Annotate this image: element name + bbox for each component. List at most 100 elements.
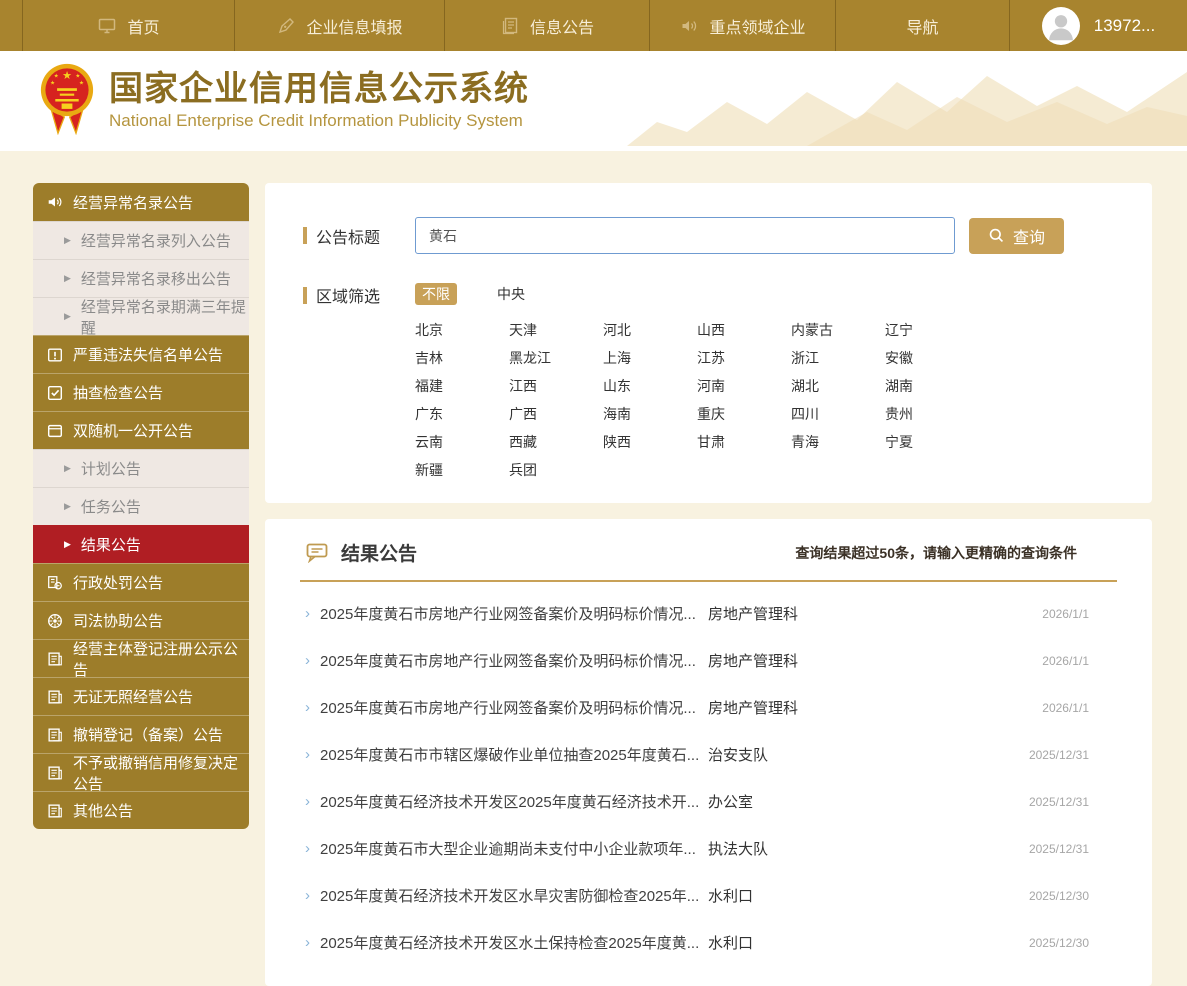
- region-chip-central[interactable]: 中央: [497, 283, 525, 305]
- gold-divider: [300, 580, 1117, 582]
- region-item[interactable]: 陕西: [603, 433, 697, 451]
- search-button[interactable]: 查询: [969, 218, 1064, 254]
- triangle-right-icon: ▶: [64, 463, 71, 474]
- page-body: 经营异常名录公告 ▶ 经营异常名录列入公告 ▶ 经营异常名录移出公告 ▶ 经营异…: [0, 151, 1187, 986]
- region-item[interactable]: 海南: [603, 405, 697, 423]
- sidebar-item-judicial-assistance[interactable]: 司法协助公告: [33, 601, 249, 639]
- region-item[interactable]: 广西: [509, 405, 603, 423]
- chevron-right-icon: ›: [305, 746, 320, 763]
- speaker-icon: [46, 193, 64, 211]
- chevron-right-icon: ›: [305, 840, 320, 857]
- region-item[interactable]: 新疆: [415, 461, 509, 479]
- region-item[interactable]: 重庆: [697, 405, 791, 423]
- sidebar-item-abnormal-operations[interactable]: 经营异常名录公告: [33, 183, 249, 221]
- region-item[interactable]: 浙江: [791, 349, 885, 367]
- result-row[interactable]: › 2025年度黄石市房地产行业网签备案价及明码标价情况... 房地产管理科 2…: [300, 684, 1117, 731]
- nav-item-enterprise-info-filing[interactable]: 企业信息填报: [234, 0, 444, 51]
- sidebar-item-result-announcement[interactable]: ▶ 结果公告: [33, 525, 249, 563]
- result-date: 2025/12/30: [1029, 936, 1089, 950]
- result-department: 治安支队: [708, 744, 1029, 765]
- sidebar-item-credit-repair-decision[interactable]: 不予或撤销信用修复决定公告: [33, 753, 249, 791]
- sidebar-item-revoke-registration[interactable]: 撤销登记（备案）公告: [33, 715, 249, 753]
- sidebar-item-abnormal-three-year-reminder[interactable]: ▶ 经营异常名录期满三年提醒: [33, 297, 249, 335]
- nav-item-information-announcement[interactable]: 信息公告: [444, 0, 649, 51]
- result-row[interactable]: › 2025年度黄石市大型企业逾期尚未支付中小企业款项年... 执法大队 202…: [300, 825, 1117, 872]
- region-item[interactable]: 甘肃: [697, 433, 791, 451]
- region-item[interactable]: 江苏: [697, 349, 791, 367]
- announcement-title-label: 公告标题: [303, 224, 415, 248]
- region-item[interactable]: 福建: [415, 377, 509, 395]
- region-item[interactable]: 湖北: [791, 377, 885, 395]
- result-date: 2025/12/31: [1029, 795, 1089, 809]
- sidebar-item-administrative-penalty[interactable]: 行政处罚公告: [33, 563, 249, 601]
- sidebar-item-unlicensed-operation[interactable]: 无证无照经营公告: [33, 677, 249, 715]
- comment-icon: [306, 542, 328, 563]
- result-row[interactable]: › 2025年度黄石经济技术开发区水土保持检查2025年度黄... 水利口 20…: [300, 919, 1117, 966]
- svg-text:★: ★: [79, 80, 84, 86]
- region-item[interactable]: 西藏: [509, 433, 603, 451]
- result-row[interactable]: › 2025年度黄石经济技术开发区水旱灾害防御检查2025年... 水利口 20…: [300, 872, 1117, 919]
- chevron-right-icon: ›: [305, 699, 320, 716]
- top-navigation: 首页 企业信息填报 信息公告 重点领域企业 导航 13972...: [0, 0, 1187, 51]
- nav-spacer: [0, 0, 22, 51]
- region-item[interactable]: 贵州: [885, 405, 979, 423]
- sidebar-item-registration-publicity[interactable]: 经营主体登记注册公示公告: [33, 639, 249, 677]
- svg-text:★: ★: [75, 73, 80, 79]
- region-item[interactable]: 四川: [791, 405, 885, 423]
- triangle-right-icon: ▶: [64, 539, 71, 550]
- region-chip-any[interactable]: 不限: [415, 283, 457, 305]
- region-chips: 不限 中央: [415, 283, 979, 305]
- region-item[interactable]: 河北: [603, 321, 697, 339]
- region-item[interactable]: 吉林: [415, 349, 509, 367]
- result-row[interactable]: › 2025年度黄石市房地产行业网签备案价及明码标价情况... 房地产管理科 2…: [300, 637, 1117, 684]
- region-item[interactable]: 宁夏: [885, 433, 979, 451]
- region-item[interactable]: 江西: [509, 377, 603, 395]
- nav-item-navigation[interactable]: 导航: [835, 0, 1009, 51]
- announcement-title-input[interactable]: [415, 217, 955, 254]
- region-item[interactable]: 黑龙江: [509, 349, 603, 367]
- region-item[interactable]: 河南: [697, 377, 791, 395]
- chevron-right-icon: ›: [305, 605, 320, 622]
- sidebar-item-double-random-disclosure[interactable]: 双随机一公开公告: [33, 411, 249, 449]
- region-item[interactable]: 湖南: [885, 377, 979, 395]
- sidebar-item-plan-announcement[interactable]: ▶ 计划公告: [33, 449, 249, 487]
- nav-item-label: 首页: [127, 14, 159, 38]
- result-row[interactable]: › 2025年度黄石市房地产行业网签备案价及明码标价情况... 房地产管理科 2…: [300, 590, 1117, 637]
- svg-text:★: ★: [62, 70, 72, 82]
- search-icon: [988, 227, 1005, 244]
- region-item[interactable]: 辽宁: [885, 321, 979, 339]
- region-item[interactable]: 云南: [415, 433, 509, 451]
- site-title-block: 国家企业信用信息公示系统 National Enterprise Credit …: [109, 71, 529, 131]
- sidebar: 经营异常名录公告 ▶ 经营异常名录列入公告 ▶ 经营异常名录移出公告 ▶ 经营异…: [33, 183, 249, 829]
- region-item[interactable]: 上海: [603, 349, 697, 367]
- region-item[interactable]: 广东: [415, 405, 509, 423]
- main-content: 公告标题 查询 区域筛选 不限 中央: [265, 183, 1152, 986]
- search-filter-panel: 公告标题 查询 区域筛选 不限 中央: [265, 183, 1152, 503]
- region-item[interactable]: 山西: [697, 321, 791, 339]
- calendar-alert-icon: [46, 346, 64, 364]
- result-row[interactable]: › 2025年度黄石市市辖区爆破作业单位抽查2025年度黄石... 治安支队 2…: [300, 731, 1117, 778]
- nav-item-key-field-enterprises[interactable]: 重点领域企业: [649, 0, 835, 51]
- region-item[interactable]: 安徽: [885, 349, 979, 367]
- result-date: 2025/12/31: [1029, 748, 1089, 762]
- triangle-right-icon: ▶: [64, 273, 71, 284]
- result-title: 2025年度黄石市大型企业逾期尚未支付中小企业款项年...: [320, 838, 708, 859]
- sidebar-item-other-announcements[interactable]: 其他公告: [33, 791, 249, 829]
- title-search-row: 公告标题 查询: [303, 217, 1117, 254]
- region-item[interactable]: 内蒙古: [791, 321, 885, 339]
- region-item[interactable]: 北京: [415, 321, 509, 339]
- user-menu[interactable]: 13972...: [1009, 0, 1187, 51]
- nav-item-home[interactable]: 首页: [22, 0, 234, 51]
- region-item[interactable]: 兵团: [509, 461, 603, 479]
- region-item[interactable]: 山东: [603, 377, 697, 395]
- sidebar-item-abnormal-inclusion[interactable]: ▶ 经营异常名录列入公告: [33, 221, 249, 259]
- region-item[interactable]: 青海: [791, 433, 885, 451]
- result-row[interactable]: › 2025年度黄石经济技术开发区2025年度黄石经济技术开... 办公室 20…: [300, 778, 1117, 825]
- sidebar-item-abnormal-removal[interactable]: ▶ 经营异常名录移出公告: [33, 259, 249, 297]
- sidebar-item-task-announcement[interactable]: ▶ 任务公告: [33, 487, 249, 525]
- region-item[interactable]: 天津: [509, 321, 603, 339]
- result-title: 2025年度黄石经济技术开发区水旱灾害防御检查2025年...: [320, 885, 708, 906]
- sidebar-item-serious-violation-list[interactable]: 严重违法失信名单公告: [33, 335, 249, 373]
- result-department: 水利口: [708, 932, 1029, 953]
- sidebar-item-spot-check[interactable]: 抽查检查公告: [33, 373, 249, 411]
